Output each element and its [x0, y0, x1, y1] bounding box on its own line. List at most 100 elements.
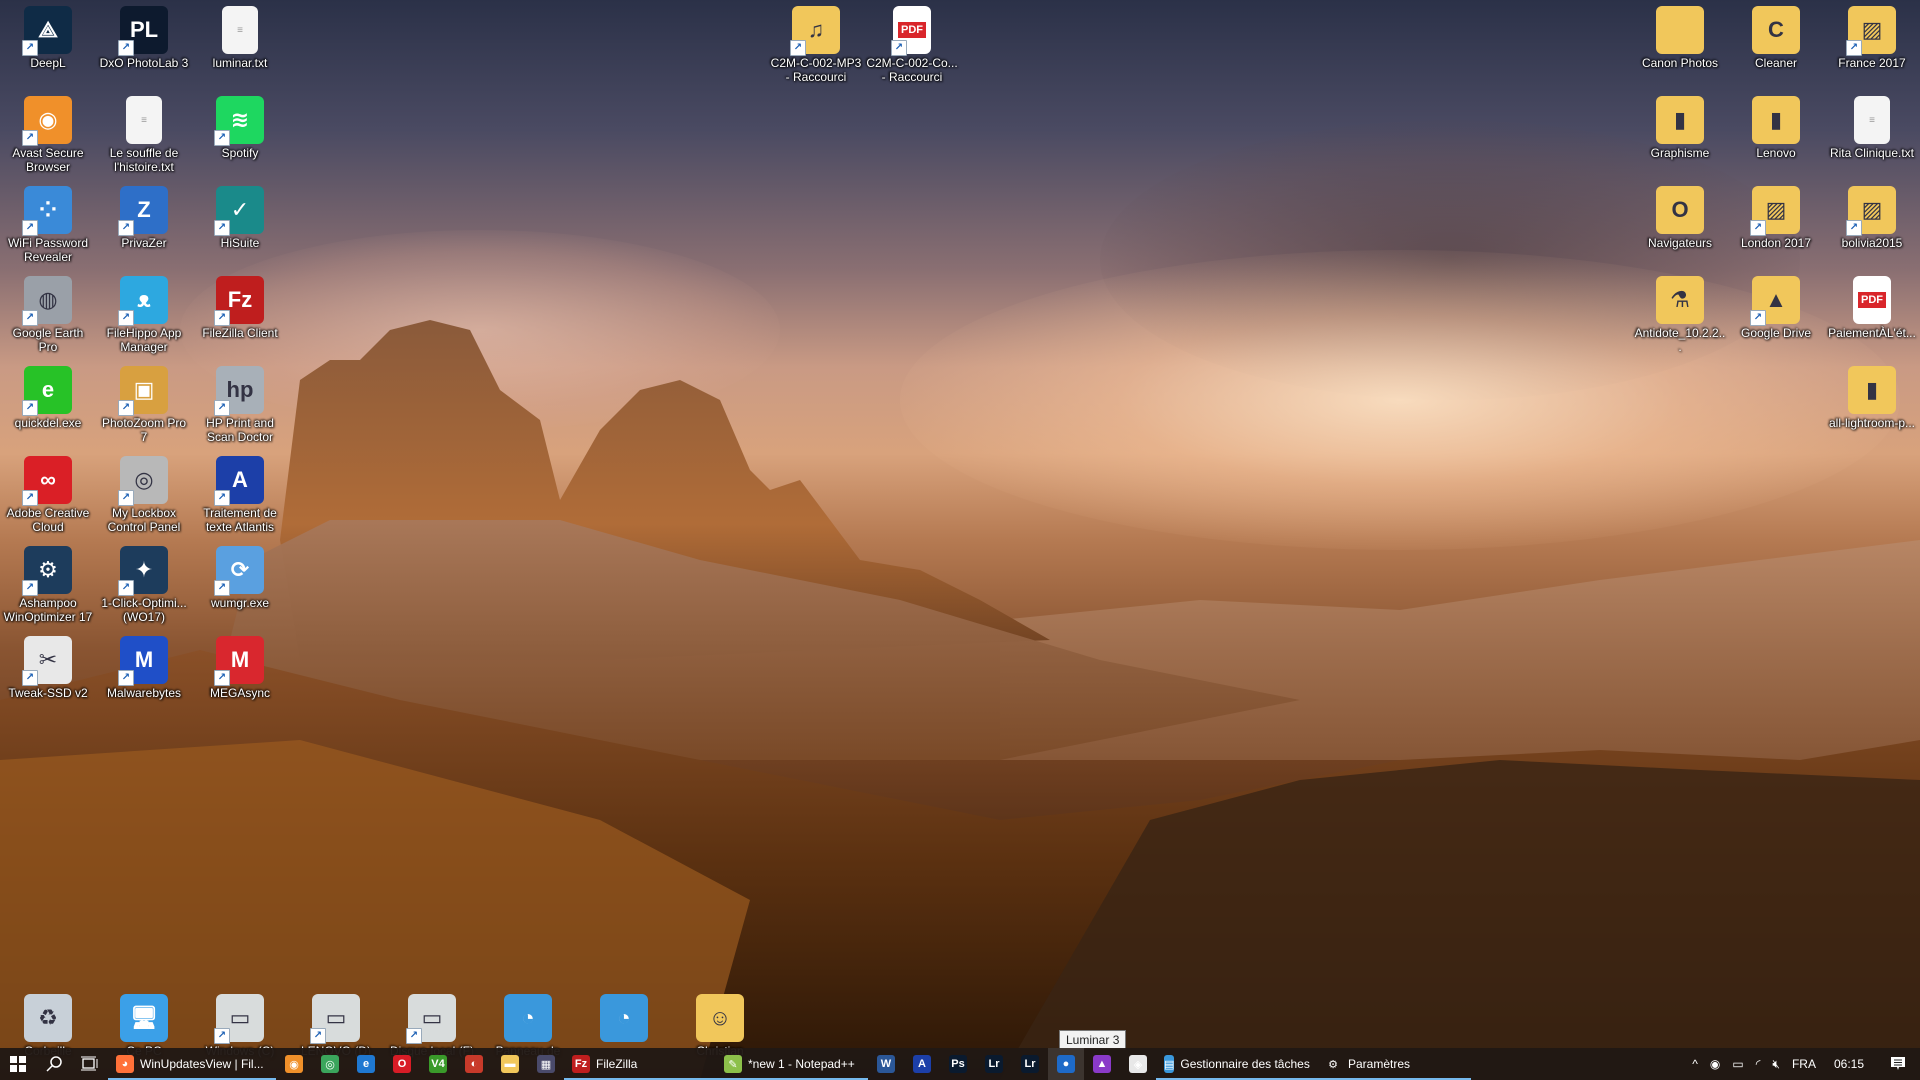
desktop-icon-label: Rita Clinique.txt: [1829, 146, 1915, 160]
start-button[interactable]: [0, 1048, 36, 1080]
taskbar-pinned-app[interactable]: Lr: [976, 1048, 1012, 1080]
desktop-icon[interactable]: ◉ ↗ Avast Secure Browser: [0, 92, 96, 174]
battery-charging-icon[interactable]: ▭: [1726, 1057, 1749, 1071]
desktop-icon[interactable]: ⁘ ↗ WiFi Password Revealer: [0, 182, 96, 264]
taskbar-task-button[interactable]: Fz FileZilla: [564, 1048, 716, 1080]
desktop-icon[interactable]: e ↗ quickdel.exe: [0, 362, 96, 430]
desktop-icon[interactable]: ▲ ↗ Google Drive: [1728, 272, 1824, 340]
shortcut-arrow-icon: ↗: [118, 400, 134, 416]
desktop-icon[interactable]: ≋ ↗ Spotify: [192, 92, 288, 160]
desktop-icon[interactable]: Canon Photos: [1632, 2, 1728, 70]
taskbar-task-button[interactable]: ✎ *new 1 - Notepad++: [716, 1048, 868, 1080]
desktop-icon-label: PhotoZoom Pro 7: [101, 416, 187, 444]
taskbar-pinned-app[interactable]: ●: [1048, 1048, 1084, 1080]
desktop-icon[interactable]: PL ↗ DxO PhotoLab 3: [96, 2, 192, 70]
desktop-icon[interactable]: PDF PaiementÀL'ét...: [1824, 272, 1920, 340]
desktop-icon[interactable]: ◎ ↗ My Lockbox Control Panel: [96, 452, 192, 534]
desktop-icon[interactable]: ≡ Le souffle de l'histoire.txt: [96, 92, 192, 174]
desktop-icon[interactable]: M ↗ MEGAsync: [192, 632, 288, 700]
desktop-icon[interactable]: ⚙ ↗ Ashampoo WinOptimizer 17: [0, 542, 96, 624]
desktop-icon[interactable]: ▨ ↗ France 2017: [1824, 2, 1920, 70]
task-view-button[interactable]: [72, 1048, 108, 1080]
search-button[interactable]: [36, 1048, 72, 1080]
shortcut-arrow-icon: ↗: [1750, 220, 1766, 236]
action-center-button[interactable]: [1876, 1055, 1920, 1074]
desktop-icon[interactable]: ⚗ Antidote_10.2.2...: [1632, 272, 1728, 354]
taskbar: ◕ WinUpdatesView | Fil... ◉ ◎ e O V4 ◐ ▬ ▦ Fz FileZ…: [0, 1048, 1920, 1080]
this-pc-icon: 🖥: [120, 994, 168, 1042]
desktop-icon[interactable]: ✂ ↗ Tweak-SSD v2: [0, 632, 96, 700]
folder-icon: ▮: [1752, 96, 1800, 144]
desktop-icon[interactable]: ⟁ ↗ DeepL: [0, 2, 96, 70]
desktop-icon[interactable]: ᴥ ↗ FileHippo App Manager: [96, 272, 192, 354]
desktop-icon[interactable]: Z ↗ PrivaZer: [96, 182, 192, 250]
drive-icon: ▭ ↗: [310, 994, 360, 1044]
desktop-icon[interactable]: ▣ ↗ PhotoZoom Pro 7: [96, 362, 192, 444]
atlantis-icon: A ↗: [214, 456, 264, 506]
word-icon: W: [877, 1055, 895, 1073]
desktop-icon-label: My Lockbox Control Panel: [107, 506, 181, 534]
taskbar-pinned-app[interactable]: Lr: [1012, 1048, 1048, 1080]
desktop-icon[interactable]: ▮ all-lightroom-p...: [1824, 362, 1920, 430]
clock[interactable]: 06:15: [1822, 1057, 1876, 1071]
volume-muted-icon[interactable]: 🔇︎: [1766, 1057, 1786, 1072]
desktop-icon[interactable]: ⟳ ↗ wumgr.exe: [192, 542, 288, 610]
taskbar-pinned-app[interactable]: ◈: [1120, 1048, 1156, 1080]
spotify-icon: ≋ ↗: [214, 96, 264, 146]
taskbar-pinned-app[interactable]: ◎: [312, 1048, 348, 1080]
taskbar-pinned-app[interactable]: ▲: [1084, 1048, 1120, 1080]
desktop-icon[interactable]: ✦ ↗ 1-Click-Optimi... (WO17): [96, 542, 192, 624]
desktop-icon-label: HiSuite: [220, 236, 260, 250]
desktop-icon[interactable]: ≡ Rita Clinique.txt: [1824, 92, 1920, 160]
task-manager-icon: ▤: [1164, 1055, 1175, 1073]
taskbar-pinned-app[interactable]: O: [384, 1048, 420, 1080]
filezilla-icon: Fz: [572, 1055, 590, 1073]
wifi-icon[interactable]: ◜: [1750, 1057, 1767, 1071]
luminar-tooltip: Luminar 3: [1059, 1030, 1127, 1050]
desktop-icon[interactable]: O Navigateurs: [1632, 182, 1728, 250]
desktop-icon[interactable]: ▨ ↗ London 2017: [1728, 182, 1824, 250]
desktop-icon[interactable]: ≡ luminar.txt: [192, 2, 288, 70]
taskbar-pinned-app[interactable]: V4: [420, 1048, 456, 1080]
taskbar-pinned-app[interactable]: W: [868, 1048, 904, 1080]
desktop-icon[interactable]: ✓ ↗ HiSuite: [192, 182, 288, 250]
record-icon[interactable]: ◉: [1704, 1057, 1726, 1071]
desktop-icon[interactable]: Fz ↗ FileZilla Client: [192, 272, 288, 340]
desktop-icon[interactable]: ∞ ↗ Adobe Creative Cloud: [0, 452, 96, 534]
desktop-icon-label: Le souffle de l'histoire.txt: [109, 146, 179, 174]
taskbar-task-button[interactable]: ▤ Gestionnaire des tâches: [1156, 1048, 1316, 1080]
taskbar-task-label: FileZilla: [596, 1057, 638, 1071]
desktop-icon[interactable]: A ↗ Traitement de texte Atlantis: [192, 452, 288, 534]
show-hidden-icons-button[interactable]: ^: [1686, 1057, 1704, 1071]
desktop-icon[interactable]: ♫ ↗ C2M-C-002-MP3 - Raccourci: [768, 2, 864, 84]
pdf-file-icon: PDF ↗: [891, 6, 931, 56]
desktop-icon[interactable]: ◍ ↗ Google Earth Pro: [0, 272, 96, 354]
desktop-icon[interactable]: ▮ Graphisme: [1632, 92, 1728, 160]
desktop-icon[interactable]: ▮ Lenovo: [1728, 92, 1824, 160]
desktop-icon[interactable]: ◔: [576, 990, 672, 1044]
drive-icon: ▭ ↗: [406, 994, 456, 1044]
desktop-icon[interactable]: hp ↗ HP Print and Scan Doctor: [192, 362, 288, 444]
taskbar-pinned-app[interactable]: Ps: [940, 1048, 976, 1080]
taskbar-pinned-app[interactable]: A: [904, 1048, 940, 1080]
desktop-icon-label: Lenovo: [1756, 146, 1796, 160]
settings-gear-icon: ⚙: [1328, 1058, 1338, 1071]
taskbar-pinned-app[interactable]: ▬: [492, 1048, 528, 1080]
taskbar-pinned-app[interactable]: ◉: [276, 1048, 312, 1080]
taskbar-task-button[interactable]: ◕ WinUpdatesView | Fil...: [108, 1048, 276, 1080]
shortcut-arrow-icon: ↗: [118, 310, 134, 326]
desktop-icon[interactable]: M ↗ Malwarebytes: [96, 632, 192, 700]
desktop-icon[interactable]: ▨ ↗ bolivia2015: [1824, 182, 1920, 250]
taskbar-task-button[interactable]: ⚙ Paramètres: [1316, 1048, 1471, 1080]
wallpaper-mountains: [0, 320, 1920, 1080]
desktop-icon[interactable]: C Cleaner: [1728, 2, 1824, 70]
system-tray: ^ ◉ ▭ ◜ 🔇︎ FRA 06:15: [1686, 1048, 1920, 1080]
taskbar-pinned-app[interactable]: ◐: [456, 1048, 492, 1080]
taskbar-pinned-app[interactable]: ▦: [528, 1048, 564, 1080]
desktop-icon[interactable]: PDF ↗ C2M-C-002-Co... - Raccourci: [864, 2, 960, 84]
dxo-photolab-icon: PL ↗: [118, 6, 168, 56]
taskbar-pinned-app[interactable]: e: [348, 1048, 384, 1080]
shortcut-arrow-icon: ↗: [118, 490, 134, 506]
folder-icon: C: [1752, 6, 1800, 54]
language-indicator[interactable]: FRA: [1786, 1057, 1822, 1071]
